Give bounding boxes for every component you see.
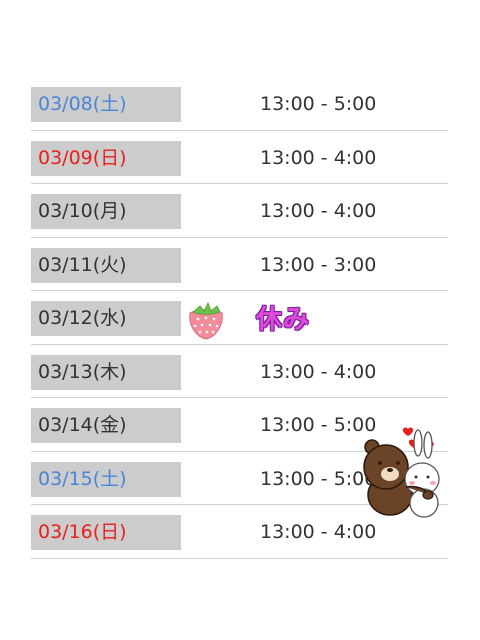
date-label: 03/10(月) [31, 194, 181, 229]
schedule-row: 03/10(月) 13:00 - 4:00 [31, 184, 448, 238]
date-label: 03/09(日) [31, 140, 181, 176]
schedule-row: 03/08(土) 13:00 - 5:00 [31, 77, 448, 131]
date-label: 03/13(木) [31, 354, 181, 390]
time-range: 13:00 - 4:00 [260, 146, 377, 169]
schedule-row: 03/11(火) 13:00 - 3:00 [31, 238, 448, 291]
time-range: 13:00 - 4:00 [260, 521, 377, 543]
date-label: 03/12(水) [31, 301, 181, 336]
time-range: 13:00 - 4:00 [260, 200, 377, 222]
time-range: 13:00 - 5:00 [260, 467, 377, 490]
holiday-label: 休み [256, 305, 311, 335]
time-range: 13:00 - 3:00 [260, 253, 377, 276]
date-label: 03/16(日) [31, 515, 181, 550]
date-label: 03/11(火) [31, 247, 181, 283]
time-range: 13:00 - 4:00 [260, 360, 377, 383]
schedule-row: 03/09(日) 13:00 - 4:00 [31, 131, 448, 184]
date-label: 03/14(金) [31, 408, 181, 443]
schedule-row: 03/13(木) 13:00 - 4:00 [31, 345, 448, 398]
time-range: 13:00 - 5:00 [260, 93, 377, 115]
strawberry-icon [189, 302, 223, 340]
date-label: 03/08(土) [31, 87, 181, 122]
date-label: 03/15(土) [31, 461, 181, 497]
time-range: 13:00 - 5:00 [260, 414, 377, 436]
schedule-row: 03/12(水) 休み [31, 291, 448, 345]
bear-and-bunny-hug-sticker [363, 427, 440, 518]
